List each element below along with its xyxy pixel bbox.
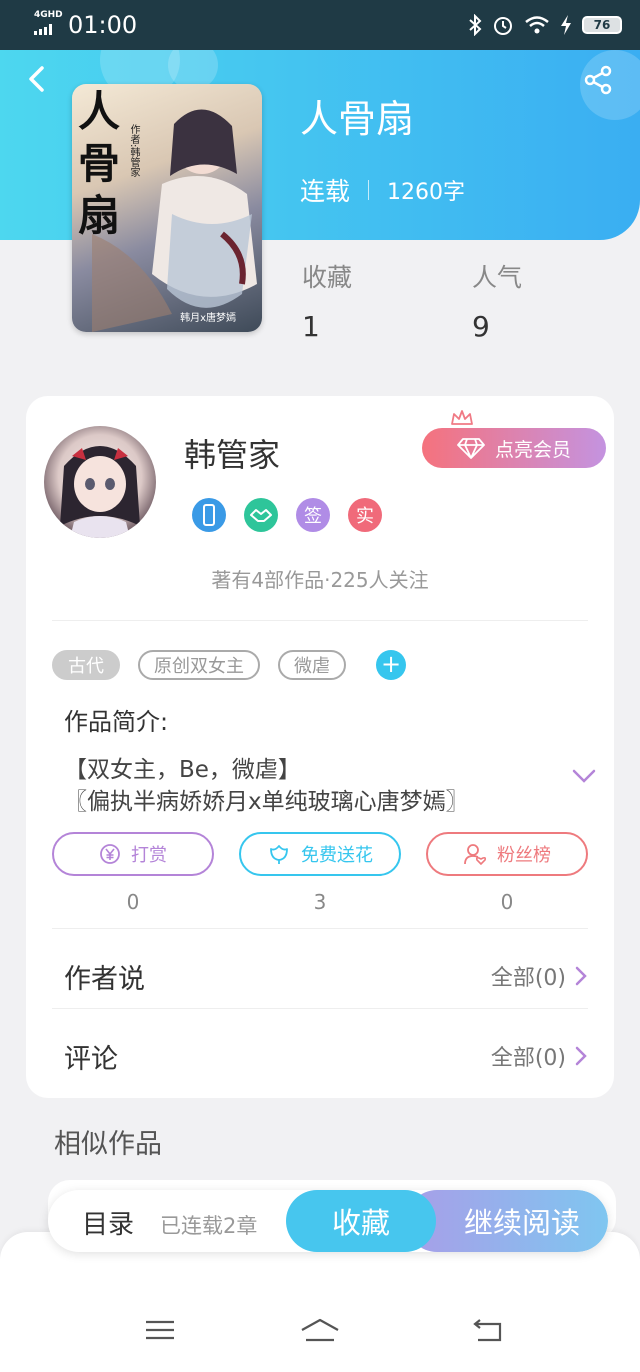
network-indicator: 4GHD xyxy=(34,11,64,39)
flower-count: 3 xyxy=(313,890,327,914)
bluetooth-icon xyxy=(469,14,482,36)
cover-title: 人骨扇 xyxy=(78,87,121,240)
cover-author: 作者:韩管家 xyxy=(128,124,139,178)
fan-rank-label: 粉丝榜 xyxy=(497,845,551,866)
author-says-title: 作者说 xyxy=(64,963,145,995)
intro-heading: 作品简介: xyxy=(64,708,169,736)
stat-popularity: 人气 9 xyxy=(472,258,522,343)
comments-all: 全部(0) xyxy=(490,1046,566,1071)
bottom-action-bar: 目录 已连载2章 继续阅读 收藏 xyxy=(48,1190,608,1252)
charging-icon xyxy=(561,15,571,35)
handshake-badge-icon[interactable] xyxy=(244,498,278,532)
intro-text-line: 【双女主，Be，微虐】 xyxy=(64,757,301,783)
fan-rank-button[interactable]: 粉丝榜 xyxy=(426,832,588,876)
book-meta: 连载 1260字 xyxy=(300,172,465,208)
system-nav-bar xyxy=(0,1310,640,1360)
vip-button-label: 点亮会员 xyxy=(494,438,571,461)
stat-value: 1 xyxy=(302,310,320,343)
menu-icon[interactable] xyxy=(136,1310,184,1350)
toc-button[interactable]: 目录 xyxy=(82,1204,134,1241)
intro-text-line: 〖偏执半病娇娇月x单纯玻璃心唐梦嫣〗 xyxy=(64,789,469,815)
send-flower-button[interactable]: 免费送花 xyxy=(239,832,401,876)
author-says-all: 全部(0) xyxy=(490,966,566,991)
diamond-icon xyxy=(457,438,485,459)
share-icon[interactable] xyxy=(582,64,614,96)
status-icons: 76 xyxy=(468,14,622,36)
divider xyxy=(52,1008,588,1009)
avatar-illustration xyxy=(60,446,140,538)
tag-item[interactable]: 原创双女主 xyxy=(138,650,260,680)
tip-label: 打赏 xyxy=(131,845,167,866)
book-title: 人骨扇 xyxy=(300,97,415,141)
stat-value: 9 xyxy=(472,310,490,343)
book-status: 连载 xyxy=(300,177,351,206)
battery-indicator: 76 xyxy=(582,16,622,34)
send-flower-label: 免费送花 xyxy=(301,845,373,866)
continue-reading-button[interactable]: 继续阅读 xyxy=(406,1190,608,1252)
author-says-row[interactable]: 作者说 全部(0) xyxy=(64,956,588,996)
chevron-right-icon xyxy=(575,966,587,986)
add-tag-button[interactable]: + xyxy=(376,650,406,680)
collect-label: 收藏 xyxy=(331,1206,390,1240)
similar-works-heading: 相似作品 xyxy=(54,1129,162,1160)
chapter-count: 已连载2章 xyxy=(160,1214,258,1238)
signal-icon xyxy=(34,24,52,35)
tag-item[interactable]: 微虐 xyxy=(278,650,346,680)
tag-item[interactable]: 古代 xyxy=(52,650,120,680)
meta-divider xyxy=(368,180,370,200)
back-nav-icon[interactable] xyxy=(464,1310,512,1350)
collect-button[interactable]: 收藏 xyxy=(286,1190,436,1252)
chevron-right-icon xyxy=(575,1046,587,1066)
author-badges: 签 实 xyxy=(192,498,382,532)
phone-badge-icon[interactable] xyxy=(192,498,226,532)
yen-icon xyxy=(100,844,120,864)
fan-rank-icon xyxy=(464,844,487,866)
verified-badge-icon[interactable]: 实 xyxy=(348,498,382,532)
clock: 01:00 xyxy=(68,11,138,39)
home-icon[interactable] xyxy=(296,1310,344,1350)
stat-favorites: 收藏 1 xyxy=(302,258,352,343)
divider xyxy=(52,620,588,621)
tag-list: 古代 原创双女主 微虐 + xyxy=(52,650,406,680)
wifi-icon xyxy=(525,16,549,34)
book-cover[interactable]: 人骨扇 作者:韩管家 韩月x唐梦嫣 xyxy=(72,84,262,332)
book-detail-card: 韩管家 点亮会员 签 实 著有4部作品·225人关注 古代 原创双女主 微虐 +… xyxy=(26,396,614,1098)
alarm-icon xyxy=(494,17,512,35)
continue-reading-label: 继续阅读 xyxy=(463,1206,580,1240)
word-count: 1260字 xyxy=(387,180,466,205)
vip-button[interactable]: 点亮会员 xyxy=(422,428,606,468)
author-name[interactable]: 韩管家 xyxy=(184,430,280,476)
divider xyxy=(52,928,588,929)
stat-label: 收藏 xyxy=(302,263,353,292)
flower-icon xyxy=(270,845,288,864)
tip-count: 0 xyxy=(126,890,140,914)
author-avatar[interactable] xyxy=(44,426,156,538)
cover-subtitle: 韩月x唐梦嫣 xyxy=(180,313,236,324)
author-info: 著有4部作品·225人关注 xyxy=(211,568,429,592)
comments-title: 评论 xyxy=(64,1043,118,1075)
status-bar: 4GHD 01:00 76 xyxy=(0,0,640,50)
expand-chevron-icon[interactable] xyxy=(572,768,596,784)
network-type: 4GHD xyxy=(34,10,63,20)
sign-badge-icon[interactable]: 签 xyxy=(296,498,330,532)
fan-count: 0 xyxy=(500,890,514,914)
tip-button[interactable]: 打赏 xyxy=(52,832,214,876)
stat-label: 人气 xyxy=(472,263,523,292)
back-arrow-icon[interactable] xyxy=(22,64,52,94)
comments-row[interactable]: 评论 全部(0) xyxy=(64,1036,588,1076)
crown-icon xyxy=(451,410,473,425)
